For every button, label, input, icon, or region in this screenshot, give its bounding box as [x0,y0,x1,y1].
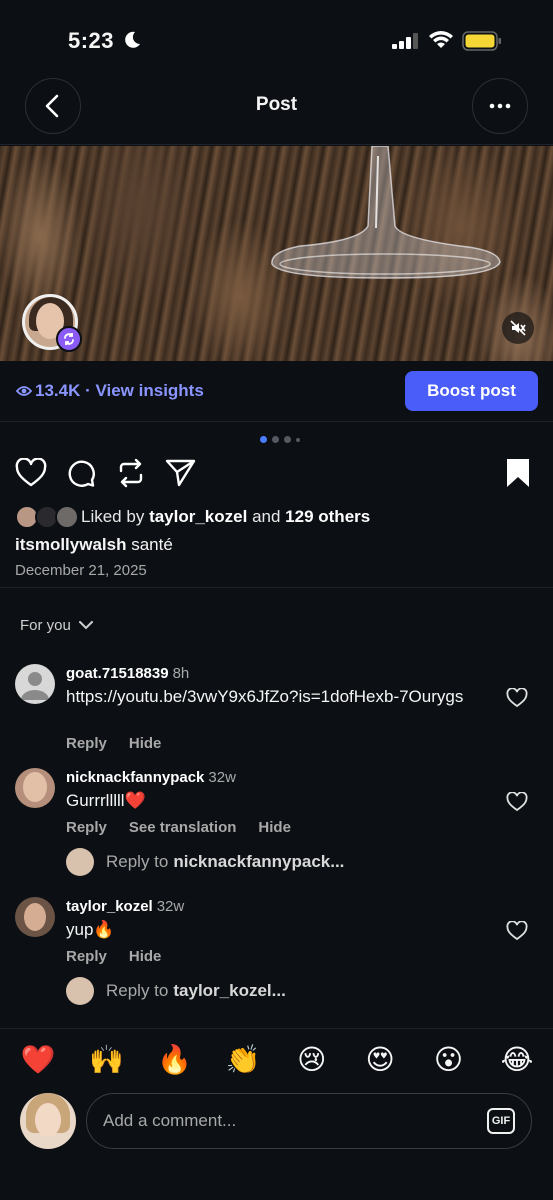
moon-icon [125,31,140,48]
divider [0,144,553,145]
repost-badge [56,326,82,352]
divider [0,587,553,588]
comment-actions: Reply See translation Hide [66,819,291,836]
share-icon[interactable] [165,458,197,488]
divider [0,421,553,422]
commenter-avatar[interactable] [15,664,55,704]
emoji-fire[interactable]: 🔥 [157,1043,193,1077]
carousel-indicator [260,436,300,443]
caption-text: santé [131,535,173,554]
comment-text: Gurrrlllll❤️ [66,791,146,810]
comment-composer: ❤️ 🙌 🔥 👏 😢 😍 😮 😂 Add a comment... GIF [0,1028,553,1200]
comment-actions: Reply Hide [66,948,161,965]
emoji-heart-eyes[interactable]: 😍 [362,1043,398,1077]
my-avatar [20,1093,76,1149]
status-bar: 5:23 [0,0,553,70]
emoji-laughing[interactable]: 😂 [499,1043,535,1077]
wine-glass-image [271,146,501,279]
post-actions [0,456,553,496]
post-media[interactable] [0,146,553,361]
heart-icon[interactable] [15,458,47,488]
insights-row: 13.4K · View insights Boost post [0,371,553,413]
commenter-username[interactable]: nicknackfannypack 32w [66,769,236,786]
more-horizontal-icon [489,103,511,109]
emoji-clap[interactable]: 👏 [225,1043,261,1077]
comment-text: https://youtu.be/3vwY9x6JfZo?is=1dofHexb… [66,687,464,706]
my-avatar-mini [66,848,94,876]
liked-by-user[interactable]: taylor_kozel [149,507,247,526]
post-date: December 21, 2025 [15,562,147,579]
my-avatar-mini [66,977,94,1005]
commenter-username[interactable]: goat.71518839 8h [66,665,189,682]
comment-icon[interactable] [66,458,96,488]
default-avatar-icon [21,672,49,700]
emoji-surprised[interactable]: 😮 [431,1043,467,1077]
repost-icon[interactable] [117,458,145,488]
hide-button[interactable]: Hide [129,735,162,752]
bookmark-icon[interactable] [506,458,530,488]
wifi-icon [429,31,453,48]
cellular-signal-icon [392,33,418,49]
comment-actions: Reply Hide [66,735,161,752]
see-translation-button[interactable]: See translation [129,819,237,836]
view-insights-link[interactable]: 13.4K · View insights [35,381,204,401]
reply-to-field[interactable]: Reply to taylor_kozel... [66,977,286,1005]
sort-label: For you [20,617,71,634]
post-caption: itsmollywalsh santé [15,535,173,555]
reply-button[interactable]: Reply [66,948,107,965]
more-options-button[interactable] [472,78,528,134]
commenter-avatar[interactable] [15,897,55,937]
quick-emoji-row: ❤️ 🙌 🔥 👏 😢 😍 😮 😂 [20,1043,535,1077]
liked-by-and: and [252,507,281,526]
commenter-avatar[interactable] [15,768,55,808]
commenter-username[interactable]: taylor_kozel 32w [66,898,184,915]
liked-by-prefix: Liked by [81,507,145,526]
emoji-crying[interactable]: 😢 [294,1043,330,1077]
liker-avatars [15,505,81,529]
comment-text: yup🔥 [66,920,115,939]
battery-icon [462,31,501,51]
boost-post-button[interactable]: Boost post [405,371,538,411]
status-time: 5:23 [68,28,115,53]
like-comment-icon[interactable] [506,921,528,941]
comment-input[interactable]: Add a comment... GIF [86,1093,532,1149]
like-comment-icon[interactable] [506,792,528,812]
liked-by-row[interactable]: Liked by taylor_kozel and 129 others [15,505,370,529]
repost-icon [64,333,74,345]
reply-button[interactable]: Reply [66,819,107,836]
emoji-heart[interactable]: ❤️ [20,1043,56,1077]
hide-button[interactable]: Hide [129,948,162,965]
eye-icon [16,386,32,396]
emoji-raised-hands[interactable]: 🙌 [88,1043,124,1077]
gif-button[interactable]: GIF [487,1108,515,1134]
chevron-down-icon [78,621,93,630]
page-title: Post [255,94,298,115]
reply-to-field[interactable]: Reply to nicknackfannypack... [66,848,344,876]
top-nav: Post [0,76,553,136]
hide-button[interactable]: Hide [258,819,291,836]
like-comment-icon[interactable] [506,688,528,708]
reply-button[interactable]: Reply [66,735,107,752]
speaker-muted-icon [510,320,526,336]
liked-by-others[interactable]: 129 others [285,507,370,526]
comment-placeholder: Add a comment... [103,1111,237,1130]
comment-sort-dropdown[interactable]: For you [20,617,93,634]
caption-username[interactable]: itsmollywalsh [15,535,126,554]
mute-button[interactable] [502,312,534,344]
